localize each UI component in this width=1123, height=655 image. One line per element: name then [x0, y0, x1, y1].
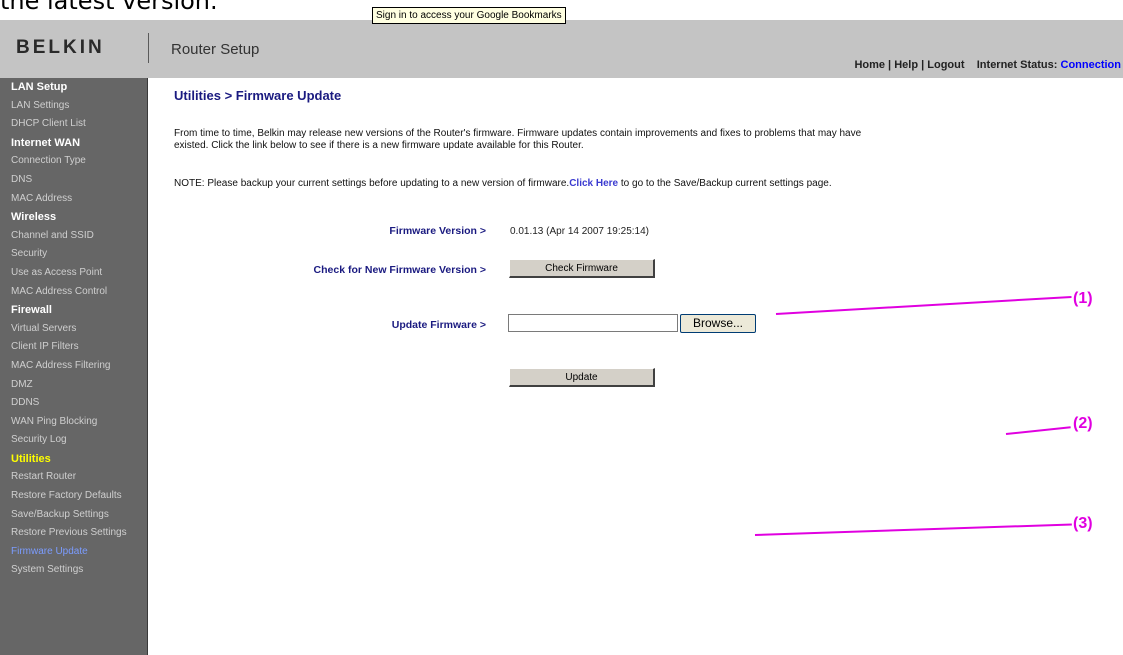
check-firmware-button[interactable]: Check Firmware — [509, 259, 655, 278]
sidebar-item-utilities[interactable]: Utilities — [0, 450, 147, 469]
sidebar-item-wan-ping-blocking[interactable]: WAN Ping Blocking — [0, 413, 147, 432]
sidebar-item-restore-factory-defaults[interactable]: Restore Factory Defaults — [0, 487, 147, 506]
sidebar-item-ddns[interactable]: DDNS — [0, 394, 147, 413]
firmware-version-label: Firmware Version > — [389, 225, 486, 237]
sidebar-item-mac-address-control[interactable]: MAC Address Control — [0, 283, 147, 302]
sidebar-item-internet-wan[interactable]: Internet WAN — [0, 134, 147, 153]
sidebar-item-mac-address[interactable]: MAC Address — [0, 190, 147, 209]
sidebar-item-lan-setup[interactable]: LAN Setup — [0, 78, 147, 97]
sidebar-item-security[interactable]: Security — [0, 245, 147, 264]
top-links: Home | Help | Logout Internet Status: Co… — [854, 59, 1121, 71]
internet-status-value[interactable]: Connection — [1061, 59, 1122, 71]
main-content: Utilities > Firmware Update From time to… — [174, 78, 1123, 655]
sidebar-item-connection-type[interactable]: Connection Type — [0, 152, 147, 171]
update-firmware-label: Update Firmware > — [391, 319, 486, 331]
sidebar-item-dhcp-client-list[interactable]: DHCP Client List — [0, 115, 147, 134]
page-caption: the latest version. — [0, 0, 218, 15]
backup-note: NOTE: Please backup your current setting… — [174, 178, 874, 190]
sidebar-item-mac-address-filtering[interactable]: MAC Address Filtering — [0, 357, 147, 376]
sidebar-item-channel-and-ssid[interactable]: Channel and SSID — [0, 227, 147, 246]
bookmarks-tooltip: Sign in to access your Google Bookmarks — [372, 7, 566, 24]
firmware-version-value: 0.01.13 (Apr 14 2007 19:25:14) — [510, 226, 649, 237]
header-bar: BELKIN Router Setup Home | Help | Logout… — [0, 20, 1123, 78]
sidebar-item-use-as-access-point[interactable]: Use as Access Point — [0, 264, 147, 283]
sidebar-item-system-settings[interactable]: System Settings — [0, 561, 147, 580]
browse-button[interactable]: Browse... — [680, 314, 756, 333]
sidebar-item-client-ip-filters[interactable]: Client IP Filters — [0, 338, 147, 357]
sidebar-item-wireless[interactable]: Wireless — [0, 208, 147, 227]
sidebar-item-restore-previous-settings[interactable]: Restore Previous Settings — [0, 524, 147, 543]
intro-paragraph: From time to time, Belkin may release ne… — [174, 128, 862, 151]
page-title: Utilities > Firmware Update — [174, 88, 342, 103]
belkin-logo: BELKIN — [16, 37, 105, 58]
internet-status-label: Internet Status: — [976, 59, 1058, 71]
update-button[interactable]: Update — [509, 368, 655, 387]
click-here-link[interactable]: Click Here — [569, 178, 618, 189]
callout-label-3: (3) — [1073, 515, 1093, 532]
sidebar-item-dns[interactable]: DNS — [0, 171, 147, 190]
logout-link[interactable]: Logout — [927, 59, 964, 71]
sidebar-item-restart-router[interactable]: Restart Router — [0, 468, 147, 487]
header-divider — [148, 33, 149, 63]
firmware-file-input[interactable] — [508, 314, 678, 332]
sidebar-item-firmware-update[interactable]: Firmware Update — [0, 543, 147, 562]
backup-note-tail: to go to the Save/Backup current setting… — [618, 178, 832, 189]
sidebar-nav: LAN Setup LAN Settings DHCP Client List Int… — [0, 78, 147, 655]
home-link[interactable]: Home — [854, 59, 885, 71]
sidebar-border — [147, 78, 148, 655]
callout-label-2: (2) — [1073, 415, 1093, 432]
sidebar-item-lan-settings[interactable]: LAN Settings — [0, 97, 147, 116]
sidebar-item-security-log[interactable]: Security Log — [0, 431, 147, 450]
callout-label-1: (1) — [1073, 290, 1093, 307]
sidebar-item-virtual-servers[interactable]: Virtual Servers — [0, 320, 147, 339]
app-title: Router Setup — [171, 41, 260, 58]
backup-note-text: NOTE: Please backup your current setting… — [174, 178, 570, 189]
sidebar-item-dmz[interactable]: DMZ — [0, 376, 147, 395]
sidebar-item-firewall[interactable]: Firewall — [0, 301, 147, 320]
check-firmware-label: Check for New Firmware Version > — [313, 264, 486, 276]
sidebar-item-save-backup-settings[interactable]: Save/Backup Settings — [0, 506, 147, 525]
sidebar-menu: LAN Setup LAN Settings DHCP Client List Int… — [0, 78, 147, 580]
help-link[interactable]: Help — [894, 59, 918, 71]
